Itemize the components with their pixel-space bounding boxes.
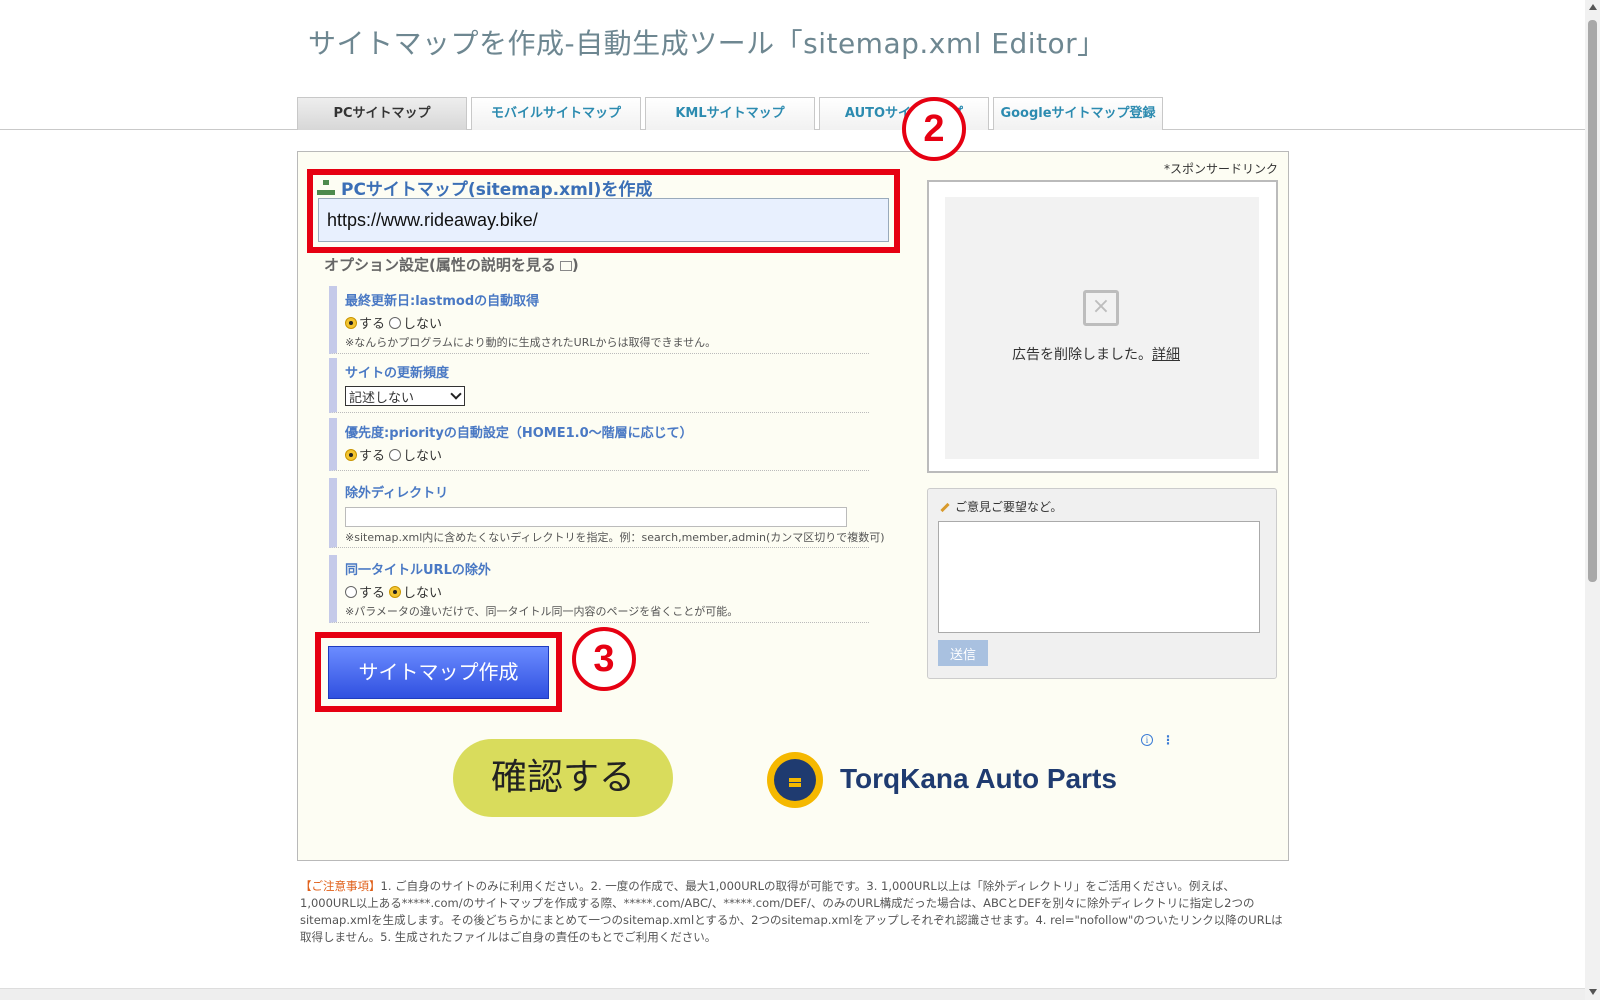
- priority-yes-label: する: [359, 449, 386, 464]
- feedback-textarea[interactable]: [938, 521, 1260, 633]
- ad-placeholder: [945, 197, 1259, 459]
- priority-yes-radio[interactable]: [345, 448, 357, 461]
- brand-logo-icon: [767, 752, 823, 808]
- changefreq-label: サイトの更新頻度: [345, 366, 450, 381]
- option-changefreq: サイトの更新頻度 記述しない: [329, 358, 869, 413]
- vertical-scrollbar[interactable]: [1585, 0, 1600, 1000]
- option-lastmod: 最終更新日:lastmodの自動取得 する しない ※なんらかプログラムにより動…: [329, 286, 869, 354]
- exclude-note: ※sitemap.xml内に含めたくないディレクトリを指定。例：search,m…: [345, 531, 885, 544]
- chevron-down-icon: [450, 388, 462, 400]
- lastmod-yes-label: する: [359, 317, 386, 332]
- page-title: サイトマップを作成-自動生成ツール「sitemap.xml Editor」: [308, 27, 1106, 60]
- option-same-title: 同一タイトルURLの除外 する しない ※パラメータの違いだけで、同一タイトル同…: [329, 555, 869, 623]
- priority-no-radio[interactable]: [389, 448, 402, 461]
- tab-google-sitemap-register[interactable]: Googleサイトマップ登録: [993, 97, 1163, 130]
- broken-image-icon: ×: [1083, 290, 1119, 326]
- scroll-thumb[interactable]: [1588, 20, 1597, 582]
- same-title-no-radio[interactable]: [389, 585, 402, 598]
- lastmod-yes-radio[interactable]: [345, 316, 357, 329]
- option-exclude-directory: 除外ディレクトリ ※sitemap.xml内に含めたくないディレクトリを指定。例…: [329, 478, 885, 548]
- ad-removed-message: 広告を削除しました。詳細: [1012, 344, 1180, 364]
- options-heading[interactable]: オプション設定(属性の説明を見る): [324, 254, 579, 275]
- options-heading-close: ): [571, 256, 579, 274]
- scroll-down-arrow-icon[interactable]: [1589, 989, 1597, 995]
- feedback-heading: ご意見ご要望など。: [940, 498, 1062, 515]
- send-button[interactable]: 送信: [938, 640, 988, 666]
- lastmod-no-radio[interactable]: [389, 316, 402, 329]
- same-title-label: 同一タイトルURLの除外: [345, 563, 491, 578]
- tab-kml-sitemap[interactable]: KMLサイトマップ: [645, 97, 815, 130]
- tab-pc-sitemap[interactable]: PCサイトマップ: [297, 97, 467, 130]
- ad-info-icon[interactable]: i: [1141, 734, 1153, 746]
- priority-label: 優先度:priorityの自動設定（HOME1.0～階層に応じて）: [345, 426, 693, 441]
- same-title-note: ※パラメータの違いだけで、同一タイトル同一内容のページを省くことが可能。: [345, 605, 739, 618]
- changefreq-select[interactable]: 記述しない: [345, 386, 465, 406]
- scroll-up-arrow-icon[interactable]: [1589, 4, 1597, 10]
- sponsor-label: *スポンサードリンク: [1164, 162, 1279, 176]
- same-title-yes-radio[interactable]: [345, 585, 357, 598]
- lastmod-no-label: しない: [403, 317, 443, 332]
- confirm-button[interactable]: 確認する: [453, 739, 673, 817]
- ad-detail-link[interactable]: 詳細: [1152, 347, 1180, 363]
- exclude-label: 除外ディレクトリ: [345, 486, 449, 501]
- new-window-icon: [559, 260, 572, 271]
- highlight-box-button: [315, 632, 562, 712]
- notice-text: 【ご注意事項】1. ご自身のサイトのみに利用ください。2. 一度の作成で、最大1…: [300, 878, 1290, 946]
- lastmod-label: 最終更新日:lastmodの自動取得: [345, 294, 540, 309]
- changefreq-selected: 記述しない: [349, 390, 415, 406]
- pencil-icon: [940, 502, 950, 513]
- footer-strip: [0, 988, 1585, 1000]
- exclude-directory-input[interactable]: [345, 507, 847, 527]
- notice-lead: 【ご注意事項】: [300, 879, 381, 893]
- ad-removed-text: 広告を削除しました。: [1012, 347, 1152, 363]
- option-priority: 優先度:priorityの自動設定（HOME1.0～階層に応じて） する しない: [329, 418, 869, 471]
- feedback-label: ご意見ご要望など。: [955, 500, 1063, 514]
- annotation-number-2: 2: [902, 97, 966, 161]
- same-title-yes-label: する: [359, 586, 386, 601]
- annotation-number-3: 3: [572, 627, 636, 691]
- brand-name[interactable]: TorqKana Auto Parts: [840, 763, 1117, 795]
- tab-mobile-sitemap[interactable]: モバイルサイトマップ: [471, 97, 641, 130]
- lastmod-radios: する しない: [345, 313, 869, 332]
- lastmod-note: ※なんらかプログラムにより動的に生成されたURLからは取得できません。: [345, 336, 717, 349]
- notice-body: 1. ご自身のサイトのみに利用ください。2. 一度の作成で、最大1,000URL…: [300, 879, 1283, 944]
- highlight-box-url: [307, 169, 900, 253]
- priority-radios: する しない: [345, 445, 869, 464]
- same-title-no-label: しない: [403, 586, 443, 601]
- same-title-radios: する しない: [345, 582, 869, 601]
- options-heading-label: オプション設定(属性の説明を見る: [324, 256, 556, 274]
- priority-no-label: しない: [403, 449, 443, 464]
- ad-more-icon[interactable]: ⋮: [1162, 733, 1174, 747]
